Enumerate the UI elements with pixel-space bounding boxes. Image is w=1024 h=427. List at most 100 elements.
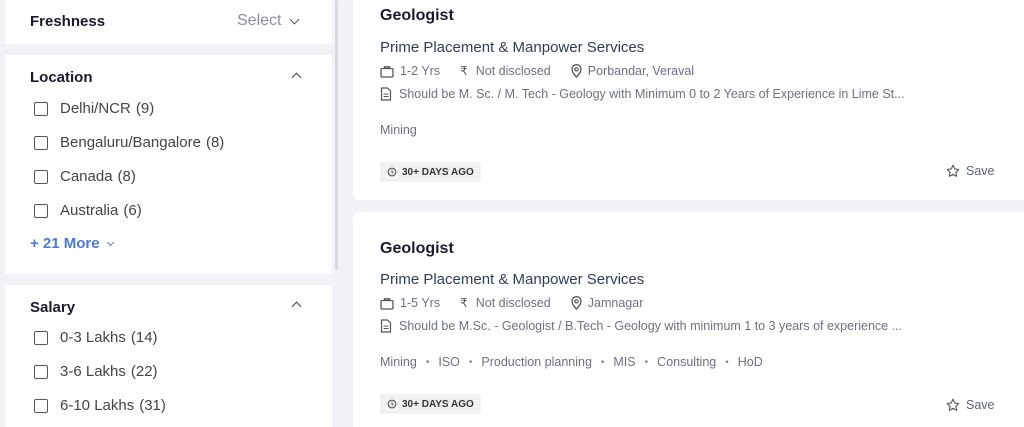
briefcase-icon xyxy=(380,65,394,78)
freshness-filter: Freshness Select xyxy=(5,0,332,44)
location-pin-icon xyxy=(571,296,582,310)
tag: ISO xyxy=(438,355,460,369)
salary-option-3-6[interactable]: 3-6 Lakhs (22) xyxy=(34,363,158,380)
experience-text: 1-2 Yrs xyxy=(400,64,441,78)
experience: 1-5 Yrs xyxy=(380,296,440,310)
checkbox[interactable] xyxy=(34,398,48,413)
posted-badge: 30+ DAYS AGO xyxy=(380,162,481,182)
save-button[interactable]: Save xyxy=(946,398,995,412)
separator-dot: • xyxy=(644,356,649,368)
briefcase-icon xyxy=(380,297,394,310)
location-option-bengaluru[interactable]: Bengaluru/Bangalore (8) xyxy=(34,134,224,151)
option-count: (8) xyxy=(117,168,136,185)
separator-dot: • xyxy=(600,356,605,368)
posted-text: 30+ DAYS AGO xyxy=(402,166,474,178)
separator-dot: • xyxy=(725,356,729,368)
freshness-select-label: Select xyxy=(237,12,282,29)
history-icon xyxy=(387,167,397,177)
location-pin-icon xyxy=(571,64,582,78)
experience: 1-2 Yrs xyxy=(380,64,440,78)
location-title: Location xyxy=(30,69,93,86)
option-label: Australia xyxy=(60,202,119,219)
option-count: (9) xyxy=(135,100,155,117)
salary-option-0-3[interactable]: 0-3 Lakhs (14) xyxy=(34,329,158,346)
tag: HoD xyxy=(737,355,763,369)
tag: Production planning xyxy=(481,355,592,369)
rupee-icon: ₹ xyxy=(460,296,468,310)
option-label: 3-6 Lakhs xyxy=(60,363,126,380)
location-more-link[interactable]: + 21 More xyxy=(30,235,114,252)
tag: Consulting xyxy=(657,355,717,369)
company-name[interactable]: Prime Placement & Manpower Services xyxy=(380,39,644,56)
freshness-dropdown[interactable]: Select xyxy=(237,12,300,30)
chevron-up-icon[interactable] xyxy=(291,72,302,83)
chevron-down-icon xyxy=(290,14,300,24)
checkbox[interactable] xyxy=(34,169,48,184)
description-text: Should be M. Sc. / M. Tech - Geology wit… xyxy=(399,87,905,101)
salary-filter: Salary 0-3 Lakhs (14) 3-6 Lakhs (22) 6-1… xyxy=(5,285,332,427)
location-option-delhi[interactable]: Delhi/NCR (9) xyxy=(34,100,154,117)
separator-dot: • xyxy=(425,356,430,368)
salary-text: Not disclosed xyxy=(475,296,551,310)
save-label: Save xyxy=(966,164,995,178)
location: Jamnagar xyxy=(571,296,644,310)
location-text: Porbandar, Veraval xyxy=(587,64,695,78)
tag: Mining xyxy=(380,123,417,137)
checkbox[interactable] xyxy=(34,203,48,218)
location-text: Jamnagar xyxy=(587,296,644,310)
job-title[interactable]: Geologist xyxy=(380,7,454,25)
description-text: Should be M.Sc. - Geologist / B.Tech - G… xyxy=(399,319,903,333)
sidebar-scrollbar[interactable] xyxy=(335,0,338,270)
job-tags: Mining xyxy=(380,123,417,137)
chevron-up-icon[interactable] xyxy=(291,301,302,312)
option-label: 0-3 Lakhs xyxy=(60,329,126,346)
save-label: Save xyxy=(966,398,995,412)
option-label: Delhi/NCR xyxy=(60,100,131,117)
location-filter: Location Delhi/NCR (9) Bengaluru/Bangalo… xyxy=(5,55,332,274)
location-option-australia[interactable]: Australia (6) xyxy=(34,202,142,219)
job-description: Should be M.Sc. - Geologist / B.Tech - G… xyxy=(380,319,902,333)
separator-dot: • xyxy=(468,356,473,368)
job-card[interactable]: Geologist Prime Placement & Manpower Ser… xyxy=(353,212,1024,427)
rupee-icon: ₹ xyxy=(460,64,468,78)
checkbox[interactable] xyxy=(34,330,48,345)
option-count: (22) xyxy=(130,363,158,380)
job-card[interactable]: Geologist Prime Placement & Manpower Ser… xyxy=(353,0,1024,200)
job-meta: 1-2 Yrs ₹ Not disclosed Porbandar, Verav… xyxy=(380,64,714,78)
salary-text: Not disclosed xyxy=(475,64,551,78)
salary: ₹ Not disclosed xyxy=(460,296,551,310)
chevron-down-icon xyxy=(106,238,114,246)
option-count: (14) xyxy=(130,329,158,346)
job-tags: Mining • ISO • Production planning • MIS • C… xyxy=(380,355,763,369)
document-icon xyxy=(380,87,392,101)
document-icon xyxy=(380,319,392,333)
job-title[interactable]: Geologist xyxy=(380,240,454,258)
more-label: + 21 More xyxy=(30,235,100,252)
experience-text: 1-5 Yrs xyxy=(400,296,441,310)
option-label: Canada xyxy=(60,168,113,185)
checkbox[interactable] xyxy=(34,135,48,150)
salary-title: Salary xyxy=(30,299,76,316)
salary: ₹ Not disclosed xyxy=(460,64,551,78)
star-icon xyxy=(946,398,960,411)
tag: Mining xyxy=(380,355,417,369)
company-name[interactable]: Prime Placement & Manpower Services xyxy=(380,271,644,288)
posted-text: 30+ DAYS AGO xyxy=(402,398,474,410)
history-icon xyxy=(387,399,397,409)
option-count: (6) xyxy=(123,202,142,219)
salary-option-6-10[interactable]: 6-10 Lakhs (31) xyxy=(34,397,166,414)
posted-badge: 30+ DAYS AGO xyxy=(380,394,481,414)
option-count: (8) xyxy=(205,134,225,151)
star-icon xyxy=(946,164,960,177)
filters-sidebar: Freshness Select Location Delhi/NCR (9) … xyxy=(5,0,338,427)
job-description: Should be M. Sc. / M. Tech - Geology wit… xyxy=(380,87,905,101)
job-search-page: Freshness Select Location Delhi/NCR (9) … xyxy=(0,0,1024,427)
option-count: (31) xyxy=(139,397,166,414)
checkbox[interactable] xyxy=(34,101,48,116)
option-label: Bengaluru/Bangalore xyxy=(60,134,201,151)
freshness-title: Freshness xyxy=(30,13,106,30)
save-button[interactable]: Save xyxy=(946,164,995,178)
option-label: 6-10 Lakhs xyxy=(60,397,135,414)
location-option-canada[interactable]: Canada (8) xyxy=(34,168,136,185)
checkbox[interactable] xyxy=(34,364,48,379)
